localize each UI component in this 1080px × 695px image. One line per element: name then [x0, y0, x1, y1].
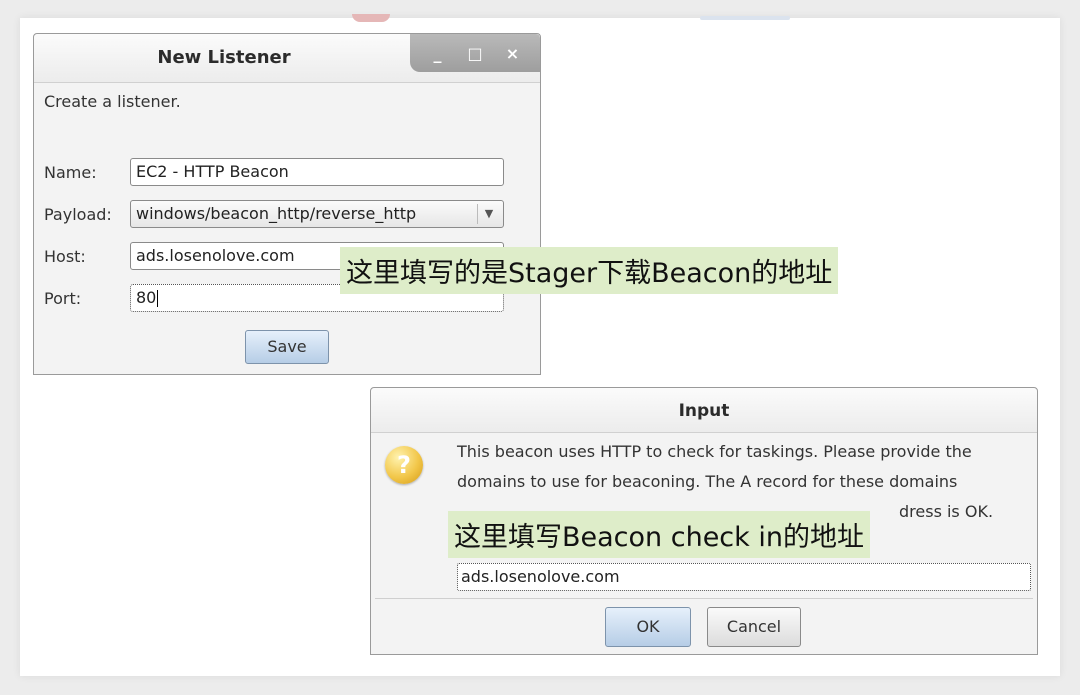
maximize-icon[interactable]: □ — [465, 44, 485, 63]
window-controls: _ □ × — [410, 34, 540, 72]
close-icon[interactable]: × — [503, 44, 523, 63]
cancel-button[interactable]: Cancel — [707, 607, 801, 647]
dialog-message-line-2: domains to use for beaconing. The A reco… — [457, 472, 958, 491]
payload-select[interactable]: windows/beacon_http/reverse_http ▼ — [130, 200, 504, 228]
dialog-divider — [375, 598, 1033, 599]
new-listener-window: New Listener _ □ × Create a listener. Na… — [33, 33, 541, 375]
port-label: Port: — [44, 289, 82, 308]
name-label: Name: — [44, 163, 97, 182]
chevron-down-icon[interactable]: ▼ — [477, 204, 500, 224]
window-subtitle: Create a listener. — [44, 92, 181, 111]
dialog-message-line-3: dress is OK. — [899, 502, 994, 521]
decoration-shape — [352, 14, 390, 22]
domains-input[interactable]: ads.losenolove.com — [457, 563, 1031, 591]
stager-annotation: 这里填写的是Stager下载Beacon的地址 — [340, 247, 839, 294]
dialog-message-line-1: This beacon uses HTTP to check for taski… — [457, 442, 972, 461]
name-field[interactable]: EC2 - HTTP Beacon — [130, 158, 504, 186]
dialog-titlebar[interactable]: Input — [371, 388, 1037, 433]
window-titlebar[interactable]: New Listener _ □ × — [34, 34, 540, 83]
window-title: New Listener — [157, 47, 291, 68]
decoration-bar — [700, 16, 790, 20]
payload-value: windows/beacon_http/reverse_http — [136, 204, 417, 223]
dialog-title: Input — [678, 401, 730, 421]
payload-label: Payload: — [44, 205, 112, 224]
checkin-annotation: 这里填写Beacon check in的地址 — [448, 511, 870, 558]
host-label: Host: — [44, 247, 86, 266]
save-button[interactable]: Save — [245, 330, 329, 364]
ok-button[interactable]: OK — [605, 607, 691, 647]
text-caret — [157, 290, 159, 307]
port-value: 80 — [136, 288, 157, 307]
question-icon: ? — [385, 446, 423, 484]
minimize-icon[interactable]: _ — [428, 44, 448, 63]
